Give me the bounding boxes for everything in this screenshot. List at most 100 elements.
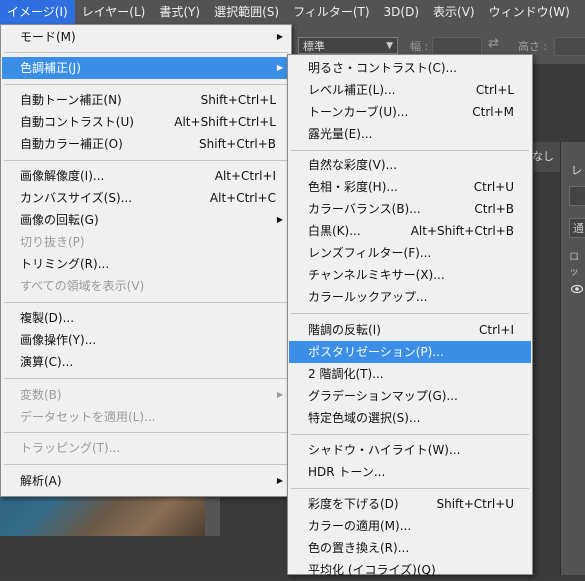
menu-item-match-color[interactable]: カラーの適用(M)... xyxy=(289,515,531,537)
menu-item-label: 画像操作(Y)... xyxy=(20,333,97,347)
menu-separator xyxy=(291,434,529,435)
blend-mode-select[interactable]: 通 xyxy=(569,218,585,238)
menu-item-auto-color[interactable]: 自動カラー補正(O) Shift+Ctrl+B xyxy=(2,133,290,155)
menu-item-shadows-highlights[interactable]: シャドウ・ハイライト(W)... xyxy=(289,439,531,461)
menu-item-variables[interactable]: 変数(B) ▶ xyxy=(2,384,290,406)
eye-icon[interactable] xyxy=(571,283,583,295)
menu-item-black-white[interactable]: 白黒(K)... Alt+Shift+Ctrl+B xyxy=(289,220,531,242)
menu-item-crop[interactable]: 切り抜き(P) xyxy=(2,231,290,253)
swap-icon[interactable]: ⇄ xyxy=(488,36,499,51)
menu-item-shortcut: Alt+Shift+Ctrl+B xyxy=(410,224,514,238)
menu-item-apply-data-set[interactable]: データセットを適用(L)... xyxy=(2,406,290,428)
submenu-arrow-icon: ▶ xyxy=(276,476,283,485)
menu-item-label: トリミング(R)... xyxy=(20,257,110,271)
layers-panel: レ 通 ロッ xyxy=(560,142,585,575)
menu-item-auto-tone[interactable]: 自動トーン補正(N) Shift+Ctrl+L xyxy=(2,89,290,111)
menu-item-posterize[interactable]: ポスタリゼーション(P)... xyxy=(289,341,531,363)
menu-item-label: 色の置き換え(R)... xyxy=(308,541,410,555)
height-label: 高さ : xyxy=(518,40,548,53)
menu-item-shortcut: Shift+Ctrl+U xyxy=(436,497,514,511)
style-select[interactable]: 標準 ▼ xyxy=(298,37,398,54)
menu-item-label: カラーバランス(B)... xyxy=(308,202,421,216)
menu-item-shortcut: Shift+Ctrl+B xyxy=(199,137,276,151)
menu-item-levels[interactable]: レベル補正(L)... Ctrl+L xyxy=(289,79,531,101)
menu-window[interactable]: ウィンドウ(W) xyxy=(482,0,577,24)
width-label: 幅 : xyxy=(410,40,429,53)
chevron-down-icon: ▼ xyxy=(386,41,393,51)
menu-item-label: 画像の回転(G) xyxy=(20,213,99,227)
menu-type[interactable]: 書式(Y) xyxy=(152,0,207,24)
blend-mode-value: 通 xyxy=(573,222,584,235)
menu-item-selective-color[interactable]: 特定色域の選択(S)... xyxy=(289,407,531,429)
menu-filter[interactable]: フィルター(T) xyxy=(286,0,376,24)
height-field[interactable] xyxy=(554,37,585,56)
menu-item-threshold[interactable]: 2 階調化(T)... xyxy=(289,363,531,385)
menu-item-shortcut: Ctrl+L xyxy=(475,83,514,97)
menu-item-trap[interactable]: トラッピング(T)... xyxy=(2,437,290,459)
menu-item-label: 階調の反転(I) xyxy=(308,323,381,337)
menu-item-shortcut: Ctrl+U xyxy=(473,180,514,194)
menu-separator xyxy=(4,52,288,53)
layers-filter-select[interactable] xyxy=(569,186,585,206)
menu-separator xyxy=(4,302,288,303)
layers-panel-title: レ xyxy=(571,164,582,177)
menu-item-shortcut: Shift+Ctrl+L xyxy=(200,93,276,107)
submenu-arrow-icon: ▶ xyxy=(276,390,283,399)
menu-item-shortcut: Alt+Ctrl+I xyxy=(214,169,276,183)
menu-item-invert[interactable]: 階調の反転(I) Ctrl+I xyxy=(289,319,531,341)
menu-image[interactable]: イメージ(I) xyxy=(0,0,75,24)
menu-item-label: 自動カラー補正(O) xyxy=(20,137,123,151)
menu-separator xyxy=(291,488,529,489)
menu-item-trim[interactable]: トリミング(R)... xyxy=(2,253,290,275)
menu-item-label: カラーの適用(M)... xyxy=(308,519,412,533)
lock-label: ロッ xyxy=(569,252,579,278)
menu-item-color-lookup[interactable]: カラールックアップ... xyxy=(289,286,531,308)
menu-item-label: 演算(C)... xyxy=(20,355,74,369)
menu-separator xyxy=(4,84,288,85)
menu-item-color-balance[interactable]: カラーバランス(B)... Ctrl+B xyxy=(289,198,531,220)
menu-3d[interactable]: 3D(D) xyxy=(377,0,426,24)
menu-item-label: カンバスサイズ(S)... xyxy=(20,191,133,205)
menu-item-label: HDR トーン... xyxy=(308,465,386,479)
menu-item-curves[interactable]: トーンカーブ(U)... Ctrl+M xyxy=(289,101,531,123)
menu-item-desaturate[interactable]: 彩度を下げる(D) Shift+Ctrl+U xyxy=(289,493,531,515)
menu-item-label: トーンカーブ(U)... xyxy=(308,105,409,119)
menu-item-label: 特定色域の選択(S)... xyxy=(308,411,421,425)
menu-item-adjustments[interactable]: 色調補正(J) ▶ xyxy=(2,57,290,79)
menu-item-brightness-contrast[interactable]: 明るさ・コントラスト(C)... xyxy=(289,57,531,79)
menu-item-apply-image[interactable]: 画像操作(Y)... xyxy=(2,329,290,351)
menu-item-exposure[interactable]: 露光量(E)... xyxy=(289,123,531,145)
menu-item-canvas-size[interactable]: カンバスサイズ(S)... Alt+Ctrl+C xyxy=(2,187,290,209)
menu-item-analysis[interactable]: 解析(A) ▶ xyxy=(2,470,290,492)
menu-item-auto-contrast[interactable]: 自動コントラスト(U) Alt+Shift+Ctrl+L xyxy=(2,111,290,133)
menu-item-mode[interactable]: モード(M) ▶ xyxy=(2,26,290,48)
menu-select[interactable]: 選択範囲(S) xyxy=(207,0,286,24)
menu-item-channel-mixer[interactable]: チャンネルミキサー(X)... xyxy=(289,264,531,286)
menu-item-label: 明るさ・コントラスト(C)... xyxy=(308,61,457,75)
menu-item-reveal-all[interactable]: すべての領域を表示(V) xyxy=(2,275,290,297)
menu-item-replace-color[interactable]: 色の置き換え(R)... xyxy=(289,537,531,559)
menu-item-label: 切り抜き(P) xyxy=(20,235,85,249)
menu-item-equalize[interactable]: 平均化 (イコライズ)(Q) xyxy=(289,559,531,581)
menu-separator xyxy=(4,160,288,161)
menu-item-image-rotation[interactable]: 画像の回転(G) ▶ xyxy=(2,209,290,231)
menu-item-label: 画像解像度(I)... xyxy=(20,169,105,183)
menu-view[interactable]: 表示(V) xyxy=(426,0,482,24)
menu-item-label: 自動コントラスト(U) xyxy=(20,115,134,129)
menu-item-image-size[interactable]: 画像解像度(I)... Alt+Ctrl+I xyxy=(2,165,290,187)
menu-item-label: グラデーションマップ(G)... xyxy=(308,389,458,403)
menu-item-vibrance[interactable]: 自然な彩度(V)... xyxy=(289,154,531,176)
menu-item-shortcut: Ctrl+M xyxy=(472,105,514,119)
menu-item-hue-saturation[interactable]: 色相・彩度(H)... Ctrl+U xyxy=(289,176,531,198)
menu-separator xyxy=(4,432,288,433)
menu-item-label: 色調補正(J) xyxy=(20,61,81,75)
menu-layer[interactable]: レイヤー(L) xyxy=(75,0,153,24)
menu-item-duplicate[interactable]: 複製(D)... xyxy=(2,307,290,329)
menu-bar: イメージ(I) レイヤー(L) 書式(Y) 選択範囲(S) フィルター(T) 3… xyxy=(0,0,585,24)
menu-item-shortcut: Ctrl+B xyxy=(474,202,514,216)
adjustments-submenu: 明るさ・コントラスト(C)... レベル補正(L)... Ctrl+L トーンカ… xyxy=(287,54,533,577)
menu-item-hdr-toning[interactable]: HDR トーン... xyxy=(289,461,531,483)
menu-item-gradient-map[interactable]: グラデーションマップ(G)... xyxy=(289,385,531,407)
menu-item-photo-filter[interactable]: レンズフィルター(F)... xyxy=(289,242,531,264)
menu-item-calculations[interactable]: 演算(C)... xyxy=(2,351,290,373)
